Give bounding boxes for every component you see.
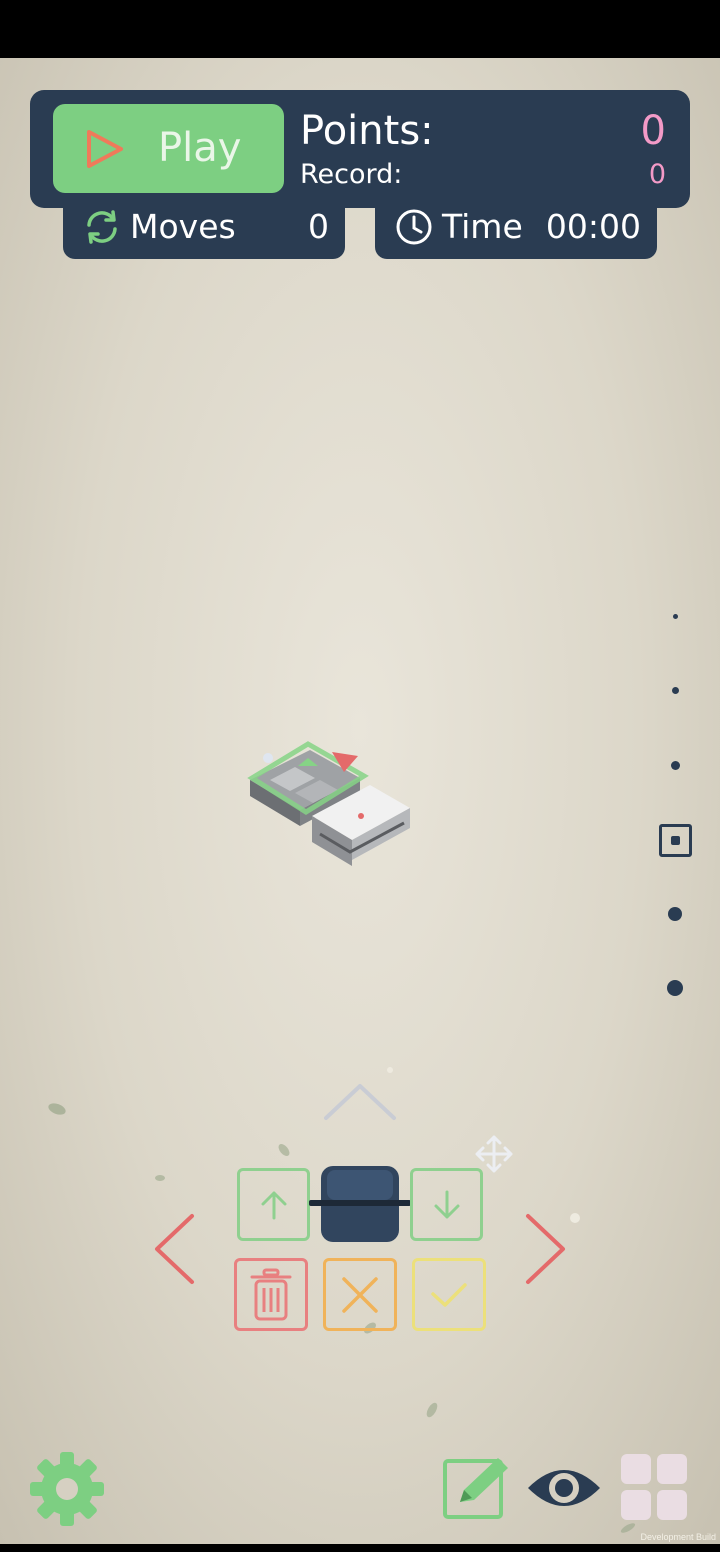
cancel-button[interactable]: [323, 1258, 397, 1331]
arrow-down-icon: [434, 1190, 459, 1218]
play-label: Play: [158, 125, 242, 171]
level-dot[interactable]: [671, 761, 680, 770]
previous-arrow-icon[interactable]: [152, 1212, 196, 1286]
delete-button[interactable]: [234, 1258, 308, 1331]
gear-icon[interactable]: [28, 1450, 106, 1528]
layer-up-button[interactable]: [237, 1168, 310, 1241]
close-icon: [342, 1276, 378, 1313]
moves-counter: Moves 0: [63, 196, 345, 259]
eye-icon[interactable]: [526, 1458, 602, 1518]
checkmark-icon: [431, 1282, 467, 1307]
level-dot[interactable]: [667, 980, 683, 996]
play-triangle-icon: [87, 130, 123, 168]
selected-piece-icon[interactable]: [307, 1164, 413, 1244]
next-arrow-icon[interactable]: [524, 1212, 568, 1286]
trash-icon: [250, 1268, 292, 1320]
moves-label: Moves: [130, 207, 236, 246]
time-value: 00:00: [545, 207, 641, 246]
time-counter: Time 00:00: [375, 196, 657, 259]
play-button[interactable]: Play: [53, 104, 284, 193]
arrow-up-icon: [261, 1191, 286, 1219]
level-dot[interactable]: [673, 614, 678, 619]
navigation-bar-strip: [0, 1544, 720, 1552]
camera-up-chevron-icon[interactable]: [322, 1080, 398, 1122]
grid-icon[interactable]: [619, 1452, 689, 1522]
record-label: Record:: [300, 159, 403, 190]
points-value: 0: [640, 108, 666, 154]
system-status-bar: [0, 0, 720, 58]
puzzle-block[interactable]: [240, 730, 420, 880]
record-value: 0: [648, 159, 666, 190]
layer-down-button[interactable]: [410, 1168, 483, 1241]
level-current-indicator[interactable]: [659, 824, 692, 857]
time-label: Time: [442, 207, 523, 246]
refresh-arrows-icon: [87, 210, 117, 244]
pencil-square-icon[interactable]: [442, 1454, 512, 1520]
confirm-button[interactable]: [412, 1258, 486, 1331]
level-dot[interactable]: [668, 907, 682, 921]
clock-icon: [396, 209, 432, 245]
development-build-label: Development Build: [640, 1532, 716, 1542]
level-dot[interactable]: [672, 687, 679, 694]
moves-value: 0: [308, 207, 329, 246]
points-label: Points:: [300, 108, 434, 154]
